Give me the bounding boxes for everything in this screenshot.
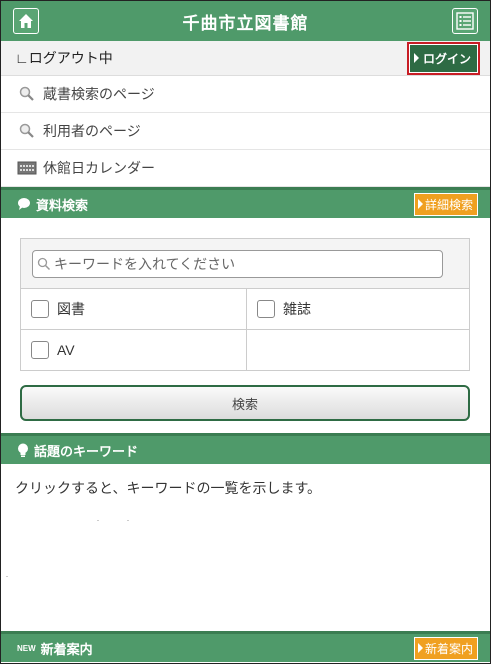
checkbox-label: AV: [57, 342, 75, 358]
checkbox-books[interactable]: 図書: [21, 289, 247, 330]
new-section-title: 新着案内: [40, 641, 93, 657]
topic-keyword-area[interactable]: クリックすると、キーワードの一覧を示します。: [1, 464, 490, 642]
search-form: キーワードを入れてください 図書 雑誌 AV 検索: [1, 218, 490, 421]
magnifier-icon: [37, 257, 51, 271]
calendar-icon: [17, 158, 37, 178]
faint-dot: [6, 576, 8, 577]
nav-item-collection-search[interactable]: 蔵書検索のページ: [1, 76, 490, 113]
empty-cell: [247, 330, 469, 370]
app-header: 千曲市立図書館: [1, 1, 490, 41]
menu-button[interactable]: [452, 8, 478, 34]
nav-item-label: 利用者のページ: [43, 123, 141, 139]
checkbox-box[interactable]: [257, 300, 275, 318]
menu-list-icon: [456, 12, 474, 30]
checkbox-magazines[interactable]: 雑誌: [247, 289, 469, 330]
detail-search-label: 詳細検索: [424, 197, 473, 212]
speech-bubble-icon: [18, 198, 30, 210]
search-icon: [17, 84, 37, 104]
login-button[interactable]: ログイン: [406, 41, 480, 75]
search-button-label: 検索: [231, 396, 258, 412]
new-section-header: NEW 新着案内 新着案内: [1, 631, 490, 662]
search-box: キーワードを入れてください 図書 雑誌 AV: [20, 238, 470, 371]
nav-item-closed-calendar[interactable]: 休館日カレンダー: [1, 150, 490, 187]
home-icon: [19, 14, 33, 28]
keyword-placeholder: キーワードを入れてください: [54, 256, 236, 272]
topic-description: クリックすると、キーワードの一覧を示します。: [15, 480, 322, 496]
page-title: 千曲市立図書館: [182, 13, 309, 33]
faint-dot: [97, 520, 99, 521]
login-button-label: ログイン: [422, 51, 471, 66]
new-badge-icon: NEW: [17, 643, 36, 653]
detail-search-button[interactable]: 詳細検索: [413, 192, 478, 216]
checkbox-box[interactable]: [31, 300, 49, 318]
search-section-header: 資料検索 詳細検索: [1, 187, 490, 218]
checkbox-av[interactable]: AV: [21, 330, 247, 370]
search-icon: [17, 121, 37, 141]
login-status: ∟ログアウト中: [15, 50, 113, 66]
triangle-right-icon: [417, 199, 423, 209]
checkbox-label: 雑誌: [283, 301, 311, 317]
search-button[interactable]: 検索: [20, 385, 470, 421]
search-section-title: 資料検索: [36, 197, 89, 213]
faint-dot: [127, 520, 129, 521]
lightbulb-icon: [18, 443, 28, 457]
nav-item-user-page[interactable]: 利用者のページ: [1, 113, 490, 150]
keyword-input[interactable]: キーワードを入れてください: [32, 250, 443, 278]
home-button[interactable]: [13, 8, 39, 34]
nav-item-label: 蔵書検索のページ: [43, 86, 155, 102]
checkbox-box[interactable]: [31, 341, 49, 359]
triangle-right-icon: [413, 53, 419, 63]
checkbox-label: 図書: [57, 301, 85, 317]
material-type-grid: 図書 雑誌 AV: [21, 289, 469, 370]
app-frame: 千曲市立図書館 ∟ログアウト中 ログイン 蔵書検索のページ 利用者のページ 休館…: [0, 0, 491, 664]
nav-item-label: 休館日カレンダー: [43, 160, 155, 176]
triangle-right-icon: [417, 643, 423, 653]
login-bar: ∟ログアウト中 ログイン: [1, 41, 490, 76]
topic-section-title: 話題のキーワード: [34, 443, 139, 459]
topic-section-header: 話題のキーワード: [1, 433, 490, 464]
new-arrivals-label: 新着案内: [424, 641, 473, 656]
new-arrivals-button[interactable]: 新着案内: [413, 636, 478, 660]
